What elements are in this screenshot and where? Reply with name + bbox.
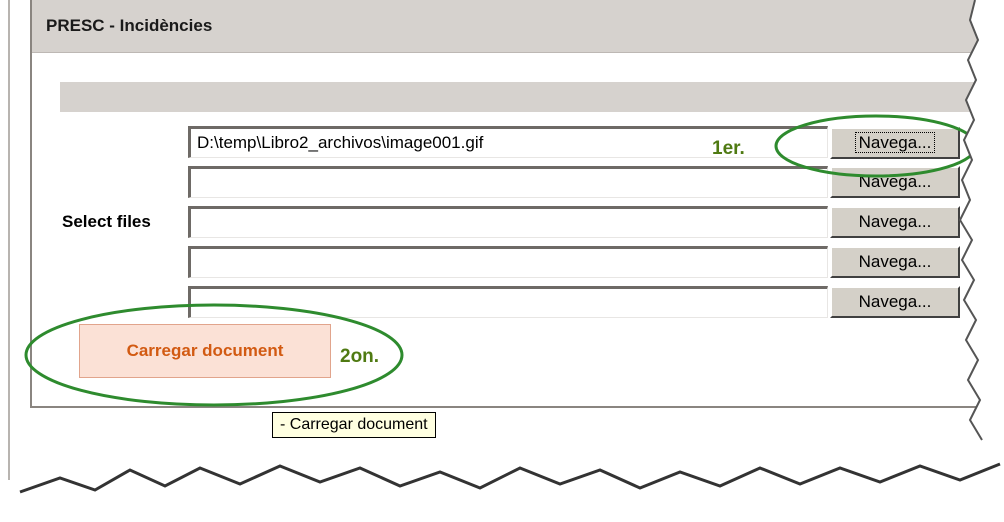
file-path-input-4[interactable] — [188, 246, 828, 278]
browse-button-5[interactable]: Navega... — [830, 286, 960, 318]
browse-button-1[interactable]: Navega... — [830, 127, 960, 159]
file-path-input-3[interactable] — [188, 206, 828, 238]
browse-button-label: Navega... — [854, 132, 936, 153]
file-path-input-5[interactable] — [188, 286, 828, 318]
torn-edge-bottom — [0, 466, 1004, 522]
step-two-annotation: 2on. — [340, 346, 380, 367]
browse-button-2[interactable]: Navega... — [830, 166, 960, 198]
section-subheader — [60, 82, 1004, 112]
torn-edge-bottom-shadow — [19, 462, 1001, 494]
panel-header: PRESC - Incidències — [32, 0, 1004, 53]
upload-tooltip: - Carregar document — [272, 412, 436, 438]
window-left-border — [8, 0, 10, 480]
browse-button-4[interactable]: Navega... — [830, 246, 960, 278]
upload-document-button[interactable]: Carregar document — [79, 324, 331, 378]
select-files-label: Select files — [62, 212, 151, 231]
browse-button-3[interactable]: Navega... — [830, 206, 960, 238]
page-title: PRESC - Incidències — [46, 16, 213, 35]
step-one-annotation: 1er. — [712, 138, 745, 159]
file-path-input-2[interactable] — [188, 166, 828, 198]
